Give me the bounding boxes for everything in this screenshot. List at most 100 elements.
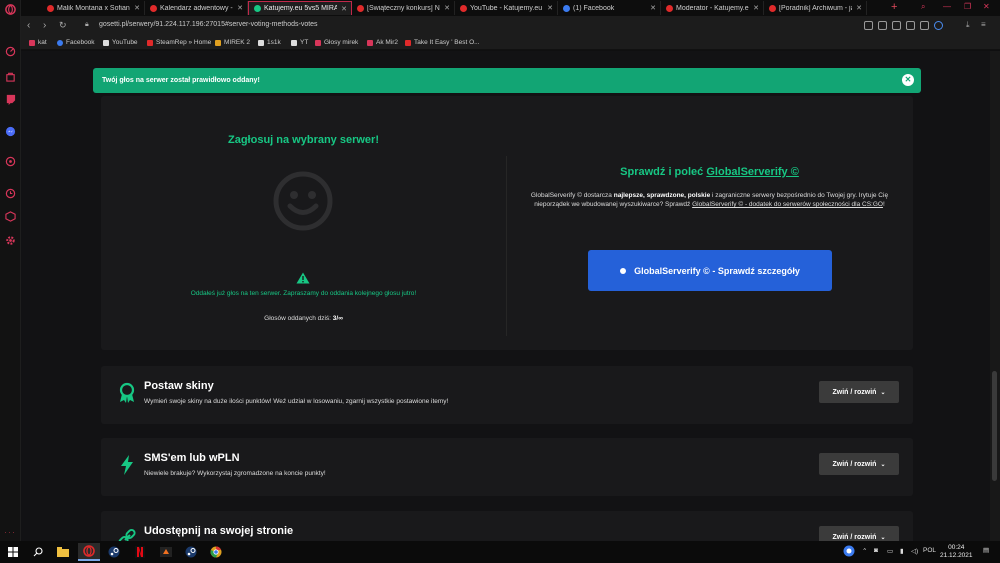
chevron-up-icon[interactable]: ⌃ [862,547,867,555]
tab-konkurs[interactable]: [Świąteczny konkurs] Najle ✕ [352,1,455,15]
vpn-icon[interactable] [934,21,943,30]
bookmark-youtube[interactable]: YouTube [103,39,138,46]
settings-icon[interactable] [4,234,17,247]
heart-icon[interactable] [906,21,915,30]
url-field[interactable]: gosetti.pl/serwery/91.224.117.196:27015#… [99,21,318,28]
page-content: Twój głos na serwer został prawidłowo od… [21,51,990,541]
browser-sidebar: ··· [0,0,21,541]
send-icon[interactable] [920,21,929,30]
bookmark-ak-mir2[interactable]: Ak Mir2 [367,39,398,46]
camera-icon[interactable] [878,21,887,30]
panel-divider [506,156,507,336]
more-icon[interactable]: ··· [4,527,16,537]
tab-kalendarz[interactable]: Kalendarz adwentowy - dz ✕ [145,1,248,15]
new-tab-icon[interactable]: + [891,1,897,13]
mirek-icon [215,39,221,46]
globalserverify-details-button[interactable]: GlobalServerify © - Sprawdź szczegóły [588,250,832,291]
windows-start-icon[interactable] [6,545,20,559]
close-tab-icon[interactable]: ✕ [341,5,347,13]
volume-icon[interactable]: ◁) [911,547,918,555]
tray-icon[interactable]: ◙ [874,547,878,554]
tab-strip: Malik Montana x Sofiane - ✕ Kalendarz ad… [21,0,1000,16]
bookmark-facebook[interactable]: Facebook [57,39,95,46]
media-app-icon[interactable] [159,545,173,559]
file-explorer-icon[interactable] [56,545,70,559]
windows-taskbar: ⌃ ◙ ▭ ▮ ◁) POL 00:24 21.12.2021 ▤ [0,541,1000,563]
messenger-icon[interactable] [4,125,17,138]
globalserverify-addon-link[interactable]: GlobalServerify © - dodatek do serwerów … [692,201,883,208]
forward-icon[interactable]: › [43,20,46,31]
tab-poradnik[interactable]: [Poradnik] Archiwum - jaki ✕ [764,1,867,15]
search-icon[interactable] [31,545,45,559]
bookmark-steamrep[interactable]: SteamRep » Home [147,39,211,46]
app-tray-icon[interactable] [843,545,855,559]
success-alert: Twój głos na serwer został prawidłowo od… [93,68,921,93]
close-icon[interactable]: ✕ [902,74,914,86]
tab-malik-montana[interactable]: Malik Montana x Sofiane - ✕ [42,1,145,15]
facebook-icon [57,39,63,46]
chrome-icon[interactable] [209,545,223,559]
close-tab-icon[interactable]: ✕ [237,4,243,12]
close-tab-icon[interactable]: ✕ [753,4,759,12]
toggle-button[interactable]: Zwiń / rozwiń ⌄ [819,526,899,541]
bookmark-yt[interactable]: YT [291,39,308,46]
bookmark-glosy-mirek[interactable]: Głosy mirek [315,39,358,46]
system-clock[interactable]: 00:24 21.12.2021 [940,544,973,560]
tab-facebook[interactable]: (1) Facebook ✕ [558,1,661,15]
warning-icon [296,271,310,289]
bookmark-1s1k[interactable]: 1s1k [258,39,281,46]
steam-icon[interactable] [107,545,121,559]
history-icon[interactable] [4,187,17,200]
scrollbar-thumb[interactable] [992,371,997,481]
tab-katujemy-active[interactable]: Katujemy.eu 5vs5 MIRAGE ✕ [248,1,352,15]
link-icon [117,527,137,541]
netflix-icon[interactable] [133,545,147,559]
bookmark-icon [367,39,373,46]
search-tabs-icon[interactable]: ⌕ [921,2,925,12]
globalserverify-link[interactable]: GlobalServerify © [706,166,798,178]
minimize-icon[interactable]: — [943,2,951,11]
back-icon[interactable]: ‹ [27,20,30,31]
maximize-icon[interactable]: ❐ [964,2,971,11]
bookmark-mirek2[interactable]: MIREK 2 [215,39,250,46]
steam-icon-2[interactable] [184,545,198,559]
toggle-button[interactable]: Zwiń / rozwiń ⌄ [819,381,899,403]
bookmark-icon [29,39,35,46]
address-bar: ‹ › ↻ 🔒︎ gosetti.pl/serwery/91.224.117.1… [21,16,1000,36]
network-icon[interactable]: ▭ [887,547,893,555]
globalserverify-icon [620,267,627,274]
close-tab-icon[interactable]: ✕ [650,4,656,12]
battery-icon[interactable]: ▮ [900,547,904,555]
menu-icon[interactable]: ≡ [981,20,990,29]
close-tab-icon[interactable]: ✕ [547,4,553,12]
youtube-icon [769,4,776,12]
votes-today: Głosów oddanych dziś: 3/∞ [101,315,506,322]
close-tab-icon[interactable]: ✕ [444,4,450,12]
site-favicon-icon [254,5,261,12]
voted-message: Oddałeś już głos na ten serwer. Zaprasza… [190,290,417,297]
speed-dial-icon[interactable] [4,45,17,58]
toggle-button[interactable]: Zwiń / rozwiń ⌄ [819,453,899,475]
download-icon[interactable]: ⤓ [966,20,975,29]
notifications-icon[interactable]: ▤ [983,546,989,554]
reload-icon[interactable]: ↻ [59,20,67,31]
shield-icon[interactable] [892,21,901,30]
opera-taskbar-icon[interactable] [78,543,100,561]
twitch-icon[interactable] [4,93,17,106]
tab-moderator[interactable]: Moderator - Katujemy.eu - ✕ [661,1,764,15]
close-window-icon[interactable]: ✕ [983,2,990,11]
shopping-bag-icon[interactable] [4,70,17,83]
bookmark-kat[interactable]: kat [29,39,47,46]
extensions-icon[interactable] [864,21,873,30]
lock-icon[interactable]: 🔒︎ [85,21,89,29]
cube-icon[interactable] [4,210,17,223]
language-indicator[interactable]: POL [923,547,936,554]
close-tab-icon[interactable]: ✕ [856,4,862,12]
player-icon[interactable] [4,155,17,168]
opera-logo-icon[interactable] [4,3,17,16]
bookmark-take-it-easy[interactable]: Take It Easy ' Best O... [405,39,480,46]
tab-youtube-katujemy[interactable]: YouTube - Katujemy.eu - Sz ✕ [455,1,558,15]
page-scrollbar[interactable] [990,51,1000,541]
vote-panel: Zagłosuj na wybrany serwer! Oddałeś już … [101,96,913,350]
close-tab-icon[interactable]: ✕ [134,4,140,12]
